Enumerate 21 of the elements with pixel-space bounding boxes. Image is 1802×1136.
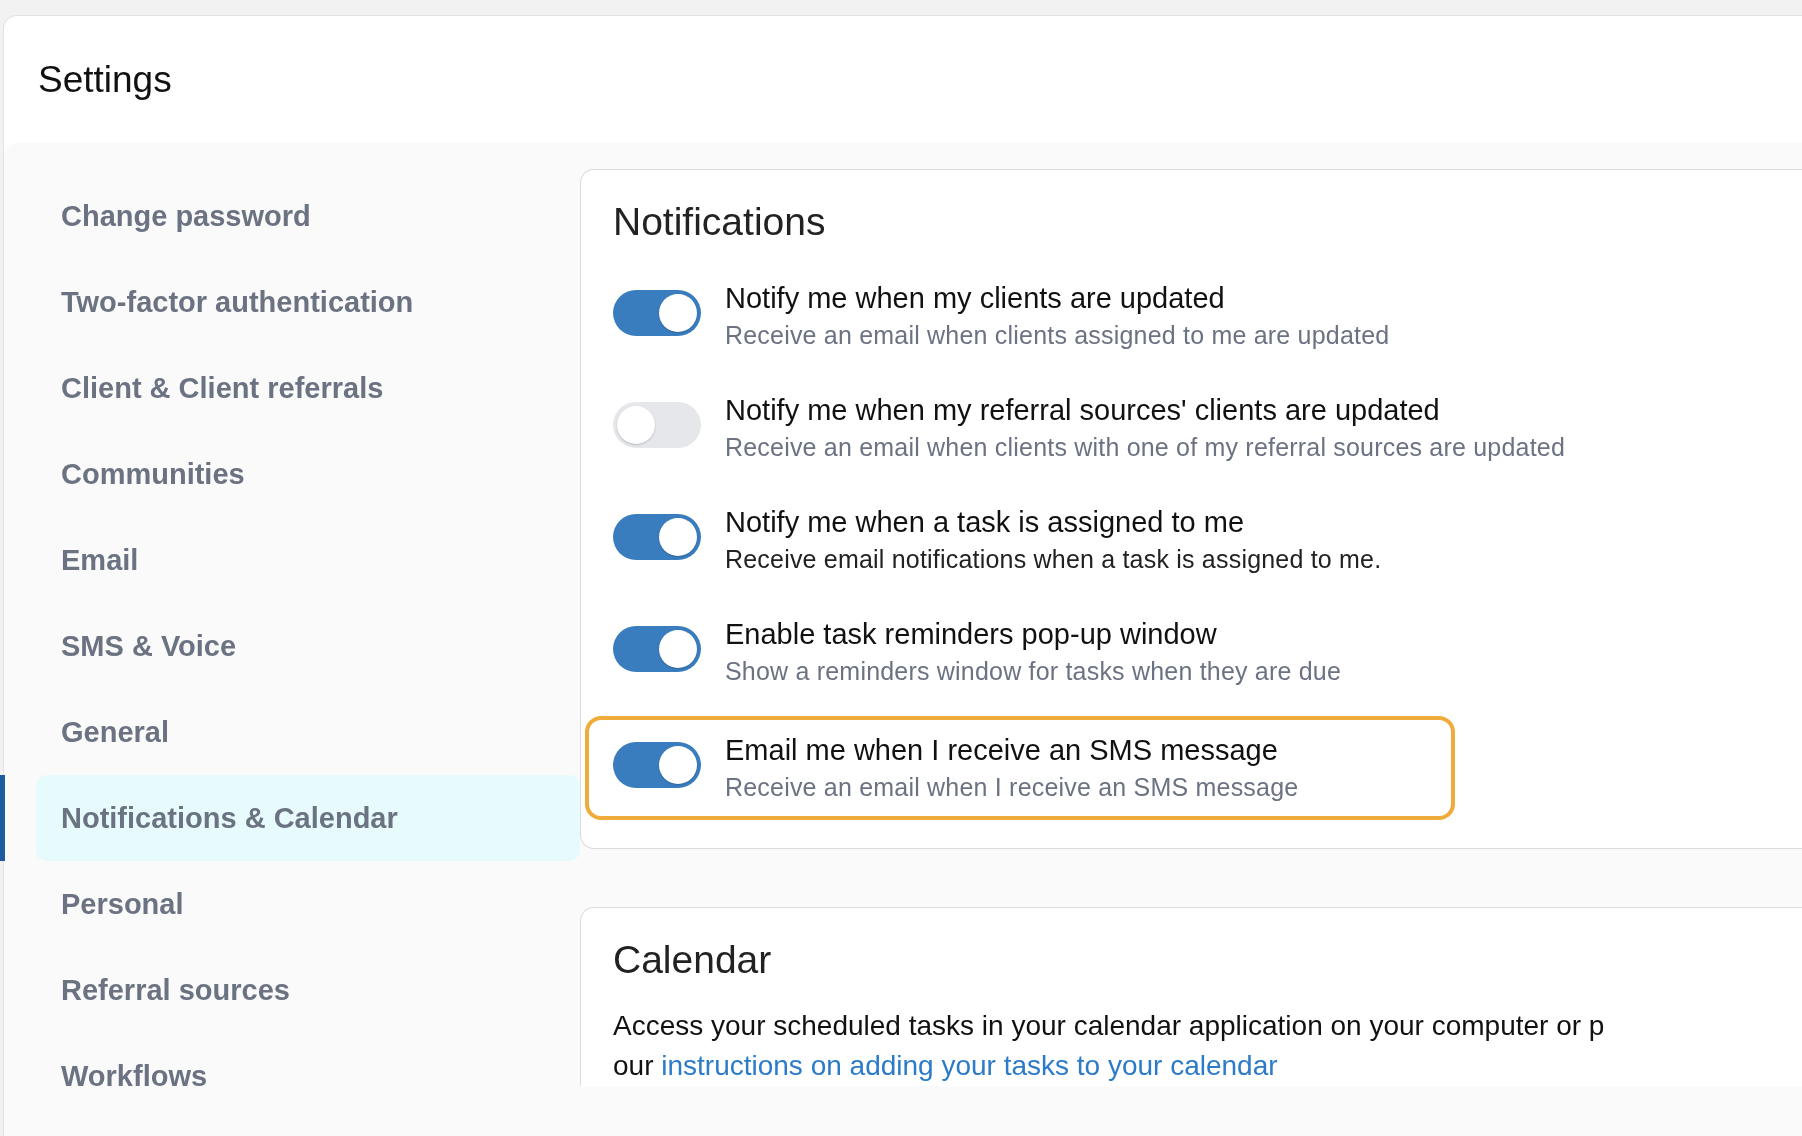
toggle-switch[interactable] bbox=[613, 626, 701, 672]
sidebar-item[interactable]: Notifications & Calendar bbox=[36, 775, 580, 861]
toggle-switch[interactable] bbox=[613, 742, 701, 788]
toggle-switch[interactable] bbox=[613, 290, 701, 336]
page-title: Settings bbox=[38, 58, 172, 101]
setting-description: Receive an email when clients assigned to me are updated bbox=[725, 321, 1390, 350]
calendar-description: Access your scheduled tasks in your calendar application on your computer or p our instructions on adding your tasks to your calendar bbox=[613, 1009, 1606, 1083]
setting-label: Email me when I receive an SMS message bbox=[725, 734, 1279, 767]
setting-label: Notify me when my referral sources' clients are updated bbox=[725, 394, 1441, 427]
instructions-link[interactable]: instructions on adding your tasks to your calendar bbox=[661, 1050, 1278, 1081]
setting-description: Receive an email when I receive an SMS message bbox=[725, 773, 1299, 802]
toggle-switch[interactable] bbox=[613, 402, 701, 448]
setting-description: Show a reminders window for tasks when they are due bbox=[725, 657, 1342, 686]
setting-label: Enable task reminders pop-up window bbox=[725, 618, 1218, 651]
section-heading: Calendar bbox=[613, 938, 773, 982]
setting-description: Receive email notifications when a task is assigned to me. bbox=[725, 545, 1382, 574]
setting-description: Receive an email when clients with one of my referral sources are updated bbox=[725, 433, 1565, 462]
section-heading: Notifications bbox=[613, 200, 827, 244]
setting-label: Notify me when my clients are updated bbox=[725, 282, 1226, 315]
toggle-switch[interactable] bbox=[613, 514, 701, 560]
setting-label: Notify me when a task is assigned to me bbox=[725, 506, 1245, 539]
